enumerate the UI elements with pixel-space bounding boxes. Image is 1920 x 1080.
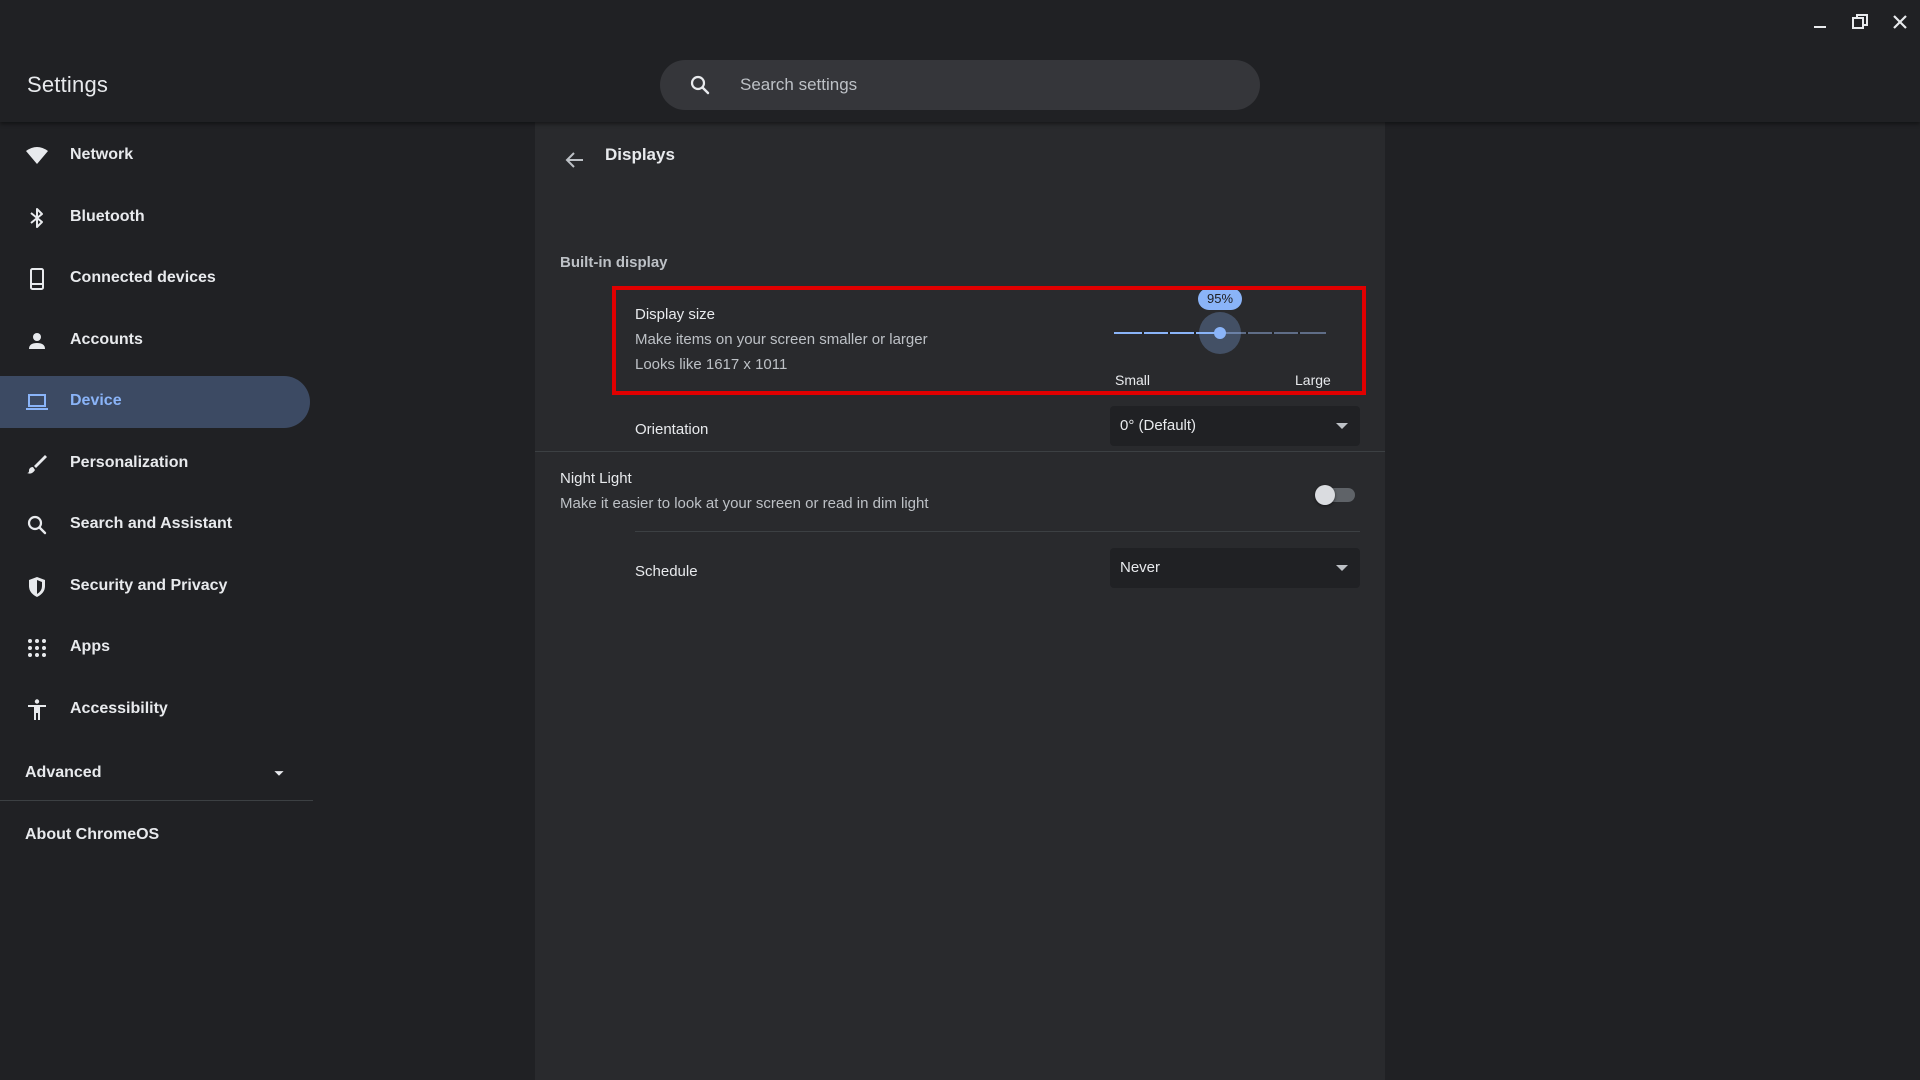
schedule-dropdown[interactable]: Never — [1110, 548, 1360, 588]
sidebar-item-label: Accounts — [70, 331, 143, 348]
phone-icon — [30, 268, 44, 290]
bluetooth-icon — [30, 208, 43, 228]
night-light-toggle[interactable] — [1315, 482, 1357, 506]
search-input[interactable] — [740, 60, 1240, 110]
sidebar-item-label: Bluetooth — [70, 208, 145, 225]
display-size-description: Make items on your screen smaller or lar… — [635, 331, 928, 348]
sidebar-item-label: Security and Privacy — [70, 577, 228, 594]
search-icon — [690, 75, 710, 95]
accessibility-icon — [28, 699, 46, 720]
sidebar-item-label: Connected devices — [70, 269, 216, 286]
display-size-row: Display size Make items on your screen s… — [610, 288, 1360, 394]
toggle-knob — [1315, 485, 1335, 505]
slider-tick — [1168, 332, 1170, 334]
sidebar-item-network[interactable]: Network — [0, 130, 310, 182]
slider-knob[interactable] — [1214, 327, 1226, 339]
search-box[interactable] — [660, 60, 1260, 110]
slider-value-bubble: 95% — [1198, 288, 1242, 310]
orientation-dropdown[interactable]: 0° (Default) — [1110, 406, 1360, 446]
sidebar-divider — [0, 800, 313, 801]
slider-tick — [1272, 332, 1274, 334]
main-card: Displays Built-in display Display size M… — [535, 122, 1385, 1080]
sidebar-item-label: Accessibility — [70, 700, 168, 717]
app-title: Settings — [27, 72, 109, 97]
sidebar-item-personalization[interactable]: Personalization — [0, 438, 310, 490]
row-divider — [635, 531, 1360, 532]
night-light-title: Night Light — [560, 470, 632, 487]
sidebar: Network Bluetooth Connected devices Acco… — [0, 122, 535, 1080]
advanced-label: Advanced — [25, 764, 102, 781]
advanced-toggle[interactable]: Advanced — [25, 758, 290, 788]
orientation-label: Orientation — [635, 421, 709, 438]
person-icon — [29, 333, 45, 349]
sidebar-item-label: Apps — [70, 638, 110, 655]
minimize-icon[interactable] — [1808, 10, 1832, 34]
sidebar-item-label: Personalization — [70, 454, 189, 471]
sidebar-item-security-and-privacy[interactable]: Security and Privacy — [0, 561, 310, 613]
chevron-down-icon — [274, 771, 284, 776]
dropdown-arrow-icon — [1336, 565, 1348, 571]
sidebar-item-accounts[interactable]: Accounts — [0, 315, 310, 367]
shield-icon — [29, 577, 45, 597]
search-icon — [27, 515, 47, 535]
app-header: Settings — [0, 0, 1920, 122]
close-icon[interactable] — [1888, 10, 1912, 34]
slider-max-label: Large — [1295, 372, 1331, 388]
schedule-label: Schedule — [635, 563, 698, 580]
slider-min-label: Small — [1115, 372, 1151, 388]
dropdown-arrow-icon — [1336, 423, 1348, 429]
schedule-value: Never — [1120, 559, 1161, 576]
brush-icon — [27, 455, 47, 474]
display-size-resolution: Looks like 1617 x 1011 — [635, 356, 788, 373]
sidebar-item-bluetooth[interactable]: Bluetooth — [0, 192, 310, 244]
sidebar-item-accessibility[interactable]: Accessibility — [0, 684, 310, 736]
page-title: Displays — [605, 145, 675, 164]
display-size-slider[interactable] — [1110, 312, 1330, 354]
laptop-icon — [26, 394, 48, 410]
sidebar-item-label: Network — [70, 146, 134, 163]
apps-grid-icon — [28, 639, 46, 657]
wifi-icon — [26, 147, 48, 164]
sidebar-item-label: Device — [70, 392, 122, 409]
sidebar-item-apps[interactable]: Apps — [0, 622, 310, 674]
slider-tick — [1246, 332, 1248, 334]
sidebar-item-device[interactable]: Device — [0, 376, 310, 428]
sidebar-item-connected-devices[interactable]: Connected devices — [0, 253, 310, 305]
night-light-description: Make it easier to look at your screen or… — [560, 495, 929, 512]
section-title: Built-in display — [560, 254, 668, 271]
section-divider — [535, 451, 1385, 452]
slider-tick — [1194, 332, 1196, 334]
restore-icon[interactable] — [1848, 10, 1872, 34]
sidebar-item-label: Search and Assistant — [70, 515, 233, 532]
slider-tick — [1142, 332, 1144, 334]
orientation-value: 0° (Default) — [1120, 417, 1197, 434]
slider-tick — [1298, 332, 1300, 334]
display-size-title: Display size — [635, 306, 716, 323]
about-chromeos-link[interactable]: About ChromeOS — [25, 826, 159, 844]
sidebar-item-search-and-assistant[interactable]: Search and Assistant — [0, 499, 310, 551]
back-arrow-icon[interactable] — [557, 142, 593, 178]
